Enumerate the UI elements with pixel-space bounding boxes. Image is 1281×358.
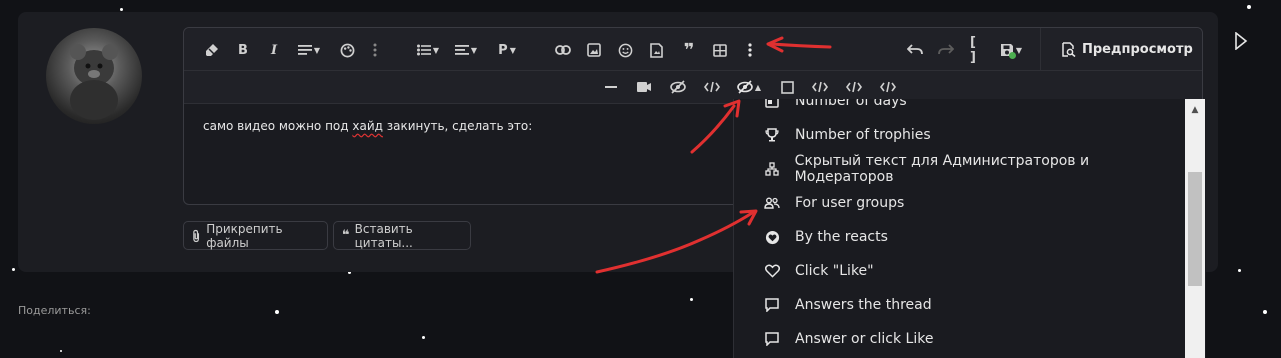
insert-quotes-button[interactable]: ❝ Вставить цитаты... [333,221,471,250]
video-icon[interactable] [636,76,652,98]
star [1263,310,1267,314]
dropdown-item-reacts[interactable]: By the reacts [734,220,1186,254]
draft-saved-indicator [1009,52,1016,59]
paragraph-dropdown[interactable]: P ▼ [496,39,518,61]
cursor-icon [1234,31,1248,54]
code-icon[interactable] [703,76,721,98]
text-style-dropdown-icon[interactable]: ▼ [295,39,323,61]
undo-icon[interactable] [906,39,924,61]
heart-circle-icon [762,230,782,245]
scrollbar-thumb[interactable] [1188,172,1202,286]
image-icon[interactable] [586,39,602,61]
palette-icon[interactable] [338,39,356,61]
bold-icon[interactable]: B [236,39,250,61]
dropdown-item-answer-or-like[interactable]: Answer or click Like [734,322,1186,356]
heart-icon [762,264,782,278]
emoji-icon[interactable] [616,39,634,61]
media-icon[interactable] [648,39,664,61]
dropdown-item-user-groups[interactable]: For user groups [734,186,1186,220]
more-text-options-icon[interactable] [370,39,380,61]
table-icon[interactable] [712,39,728,61]
avatar[interactable] [46,28,142,124]
trophy-icon [762,128,782,142]
comment-icon [762,298,782,312]
star [120,8,123,11]
star [275,310,279,314]
italic-icon[interactable]: I [268,39,280,61]
more-options-icon[interactable] [745,39,755,61]
editor-toolbar-main: B I ▼ ▼ ▼ P ▼ ❞ [] ▼ Предпросмотр [184,28,1202,71]
bbcode-toggle-icon[interactable]: [ ] [970,35,986,65]
misspelled-word: хайд [352,119,383,133]
dropdown-item-like[interactable]: Click "Like" [734,254,1186,288]
hide-dropdown-icon[interactable]: ▲ [733,76,765,98]
code-icon-4[interactable] [879,76,897,98]
save-draft-icon[interactable]: ▼ [998,39,1024,61]
code-icon-3[interactable] [845,76,863,98]
star [12,268,15,271]
clear-format-icon[interactable] [204,39,220,61]
scroll-up-arrow-icon[interactable]: ▲ [1188,103,1202,117]
quote-icon: ❝ [342,228,350,243]
sitemap-icon [762,162,782,176]
code-icon-2[interactable] [811,76,829,98]
calendar-icon [762,99,782,108]
paperclip-icon [193,229,200,242]
dropdown-item-answers[interactable]: Answers the thread [734,288,1186,322]
comment-icon [762,332,782,346]
star [690,298,693,301]
dropdown-item-admins[interactable]: Скрытый текст для Администраторов и Моде… [734,152,1186,186]
redo-icon[interactable] [937,39,955,61]
preview-icon [1062,41,1076,57]
attach-files-button[interactable]: Прикрепить файлы [183,221,328,250]
list-dropdown-icon[interactable]: ▼ [414,39,442,61]
star [60,350,62,352]
horizontal-rule-icon[interactable] [604,76,618,98]
align-dropdown-icon[interactable]: ▼ [452,39,480,61]
spoiler-hide-icon[interactable] [669,76,687,98]
editor-text: закинуть, сделать это: [382,119,533,133]
hide-options-dropdown: Number of days Number of trophies Скрыты… [733,99,1206,358]
star [422,336,425,339]
star [1247,5,1251,9]
editor-text: само видео можно под [203,119,353,133]
dropdown-item-trophies[interactable]: Number of trophies [734,118,1186,152]
preview-button[interactable]: Предпросмотр [1062,38,1193,60]
share-label: Поделиться: [18,304,91,317]
link-icon[interactable] [554,39,572,61]
star [1238,269,1241,272]
editor-content[interactable]: само видео можно под хайд закинуть, сдел… [203,119,532,133]
quote-icon[interactable]: ❞ [680,39,698,61]
dropdown-item-days[interactable]: Number of days [734,99,1186,118]
users-icon [762,197,782,209]
square-icon[interactable] [779,76,795,98]
